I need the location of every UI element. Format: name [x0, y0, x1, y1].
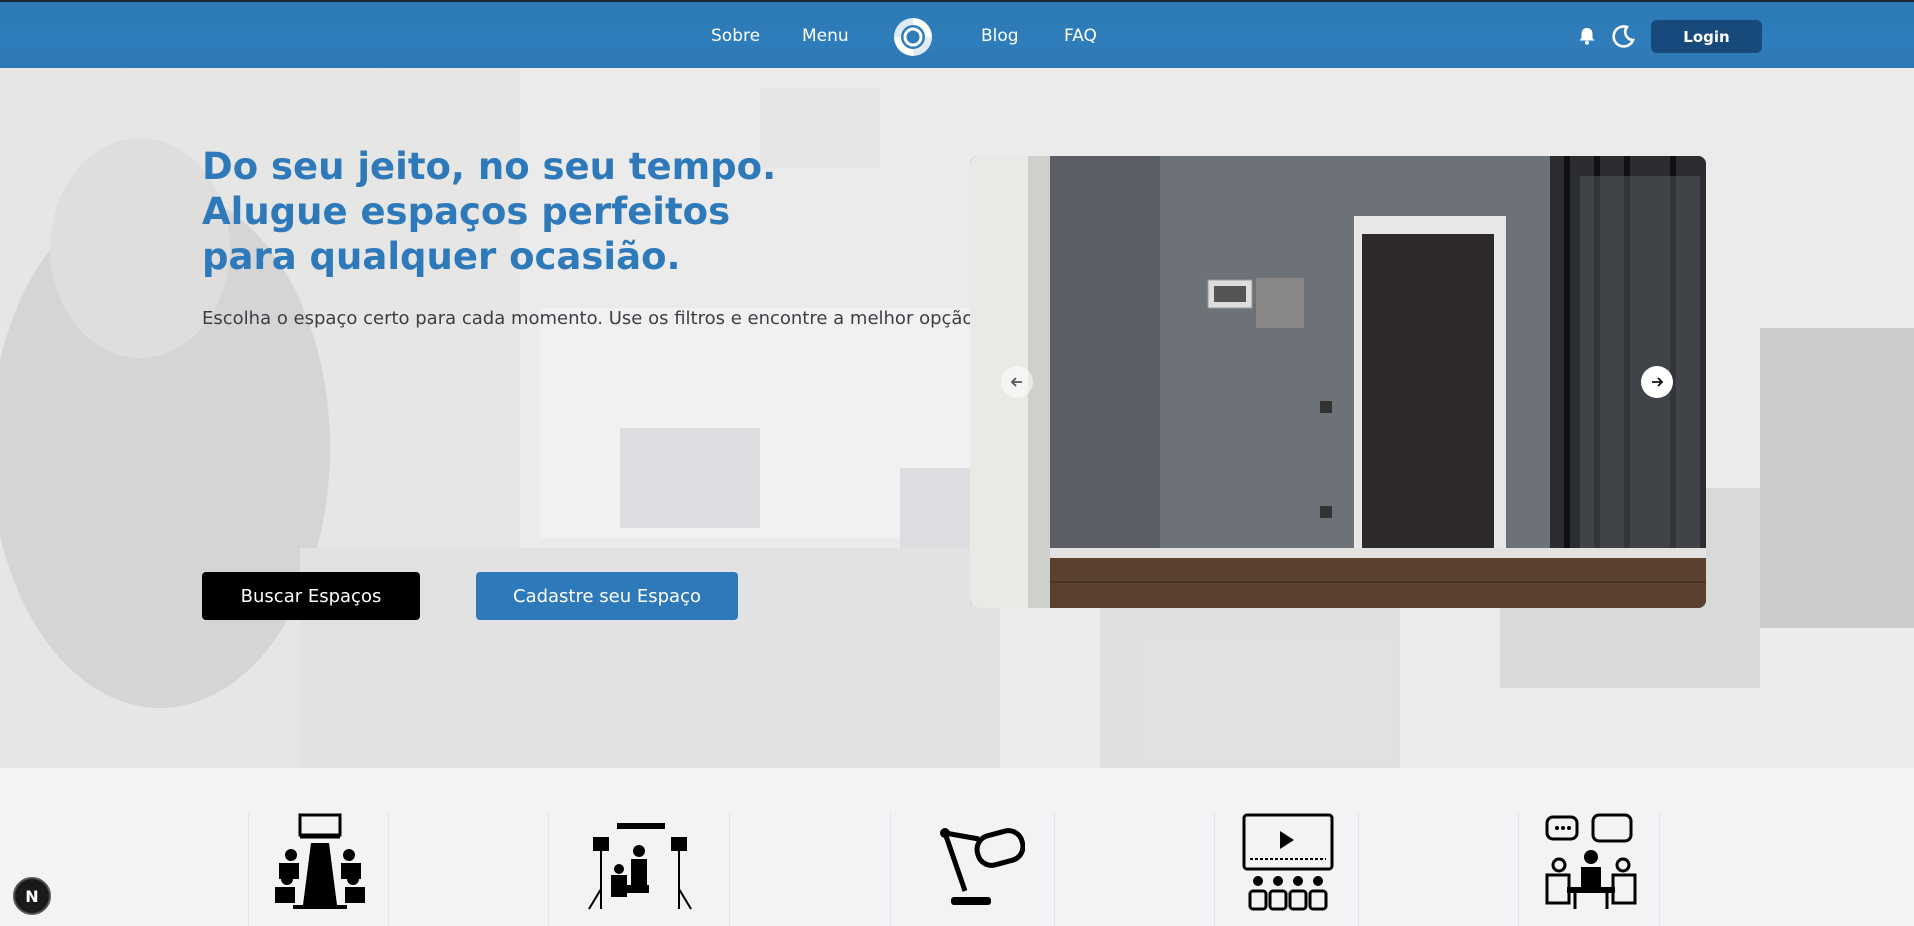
nav-link-faq[interactable]: FAQ	[1064, 26, 1097, 46]
bell-icon[interactable]	[1577, 26, 1597, 46]
logo-icon[interactable]	[892, 16, 934, 58]
search-spaces-button[interactable]: Buscar Espaços	[202, 572, 420, 620]
register-space-button[interactable]: Cadastre seu Espaço	[476, 572, 738, 620]
categories-section	[0, 768, 1914, 926]
hero-section: Do seu jeito, no seu tempo. Alugue espaç…	[0, 68, 1914, 768]
hero-title: Do seu jeito, no seu tempo. Alugue espaç…	[202, 144, 802, 279]
nav-link-menu[interactable]: Menu	[802, 26, 849, 46]
arrow-right-icon	[1652, 377, 1664, 387]
category-video-auditorium[interactable]	[1214, 813, 1359, 926]
arrow-left-icon	[1010, 377, 1022, 387]
meeting-room-icon	[275, 813, 365, 909]
top-navbar: Sobre Menu Blog FAQ Login	[0, 0, 1914, 68]
podcast-microphone-icon	[940, 828, 1025, 905]
hero-title-line-3: para qualquer ocasião.	[202, 235, 681, 278]
login-button[interactable]: Login	[1651, 20, 1762, 53]
category-meeting-room[interactable]	[248, 813, 389, 926]
discussion-group-icon	[1545, 813, 1637, 909]
category-podcast[interactable]	[890, 813, 1055, 926]
hero-subtitle: Escolha o espaço certo para cada momento…	[202, 308, 981, 329]
hero-title-line-2: Alugue espaços perfeitos	[202, 190, 731, 233]
video-auditorium-icon	[1242, 813, 1334, 911]
carousel-prev-button[interactable]	[1001, 366, 1033, 398]
category-discussion-group[interactable]	[1518, 813, 1660, 926]
photo-studio-icon	[588, 823, 692, 910]
dev-tools-badge[interactable]: N	[13, 877, 51, 915]
carousel-next-button[interactable]	[1641, 366, 1673, 398]
nav-link-sobre[interactable]: Sobre	[711, 26, 760, 46]
moon-icon[interactable]	[1612, 24, 1636, 48]
image-carousel[interactable]	[970, 156, 1706, 608]
nav-link-blog[interactable]: Blog	[981, 26, 1019, 46]
category-photo-studio[interactable]	[548, 813, 730, 926]
carousel-room-image	[970, 156, 1706, 608]
hero-title-line-1: Do seu jeito, no seu tempo.	[202, 145, 777, 188]
